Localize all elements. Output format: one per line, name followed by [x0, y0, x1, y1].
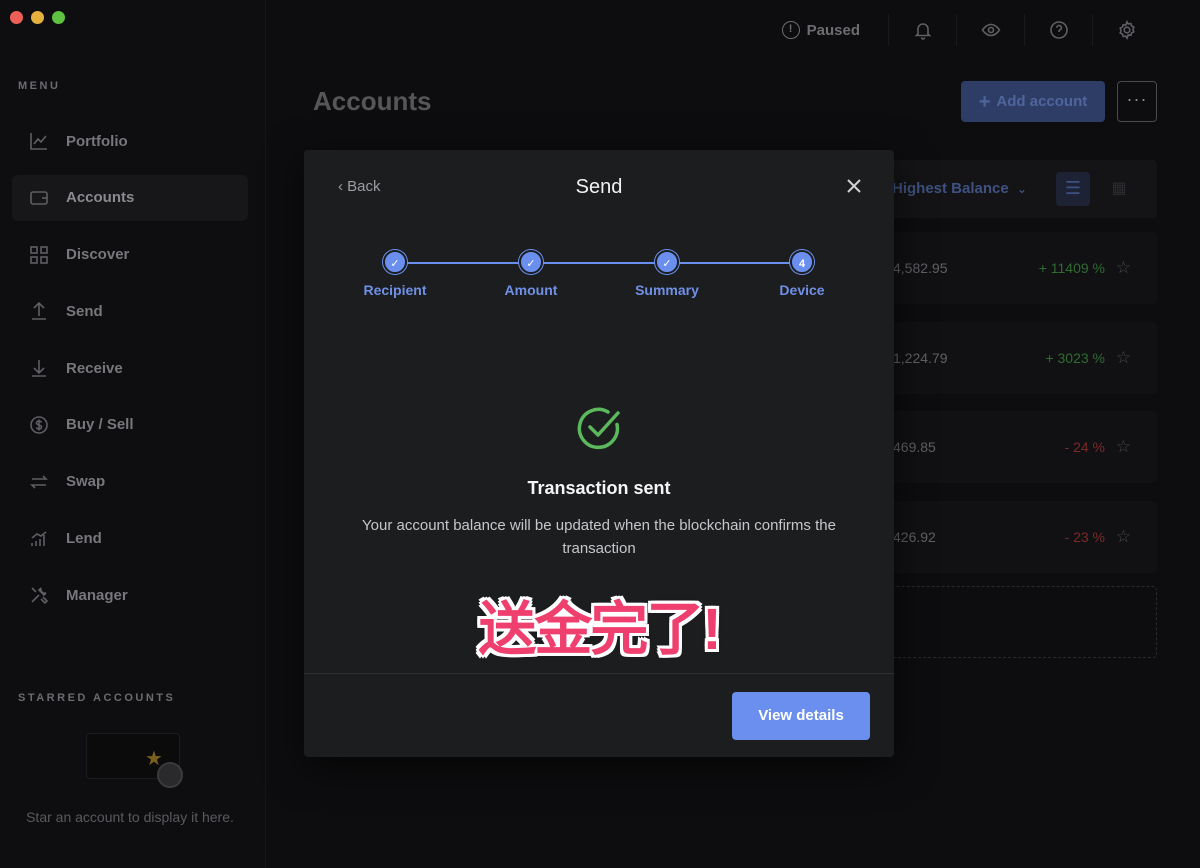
starred-placeholder-card: ★: [86, 733, 183, 788]
sidebar-item-label: Receive: [66, 359, 123, 377]
close-icon: [847, 179, 861, 193]
view-details-button[interactable]: View details: [732, 692, 870, 740]
sidebar-item-receive[interactable]: Receive: [12, 345, 248, 391]
plus-icon: +: [978, 90, 991, 113]
account-balance: 1,224.79: [893, 350, 948, 366]
check-circle-icon: [577, 407, 620, 450]
help-icon: [1049, 21, 1068, 39]
success-message: Your account balance will be updated whe…: [362, 517, 836, 557]
starred-accounts-label: STARRED ACCOUNTS: [18, 692, 176, 704]
starred-hint: Star an account to display it here.: [26, 809, 234, 825]
step-number: 4: [790, 250, 814, 274]
sidebar-item-label: Discover: [66, 246, 130, 264]
wallet-icon: [28, 187, 50, 209]
modal-divider: [304, 673, 894, 674]
swap-arrows-icon: [28, 471, 50, 493]
step-recipient: ✓ Recipient: [335, 250, 455, 298]
sidebar-item-send[interactable]: Send: [12, 288, 248, 334]
sidebar: MENU Portfolio Accounts Discover Send Re…: [0, 0, 266, 868]
menu-label: MENU: [18, 80, 61, 92]
star-outline-icon[interactable]: ☆: [1116, 232, 1131, 304]
toggle-visibility-button[interactable]: [956, 14, 1024, 46]
star-outline-icon[interactable]: ☆: [1116, 411, 1131, 483]
tools-icon: [28, 584, 50, 606]
sidebar-item-label: Manager: [66, 586, 128, 604]
modal-title: Send: [575, 176, 623, 198]
sidebar-item-label: Swap: [66, 473, 106, 491]
grid-icon: [28, 244, 50, 266]
list-view-toggle[interactable]: ☰: [1056, 172, 1090, 206]
star-outline-icon[interactable]: ☆: [1116, 322, 1131, 394]
maximize-window-button[interactable]: [52, 11, 65, 24]
eye-icon: [981, 23, 1000, 37]
minimize-window-button[interactable]: [31, 11, 44, 24]
star-outline-icon[interactable]: ☆: [1116, 501, 1131, 573]
send-modal: ‹ Back Send ✓ Recipient ✓ Amount ✓ Summa…: [304, 150, 894, 757]
alert-circle-icon: !: [781, 21, 800, 39]
step-check-icon: ✓: [655, 250, 679, 274]
notifications-button[interactable]: [888, 14, 956, 46]
list-icon: ☰: [1064, 178, 1082, 198]
step-label: Summary: [635, 282, 699, 298]
paused-label: Paused: [806, 21, 860, 39]
chevron-down-icon: ⌄: [1016, 182, 1027, 196]
step-check-icon: ✓: [383, 250, 407, 274]
grid-view-toggle[interactable]: ▦: [1102, 172, 1136, 206]
account-change: - 23 %: [1064, 529, 1105, 545]
sidebar-nav: Portfolio Accounts Discover Send Receive…: [12, 118, 248, 629]
settings-button[interactable]: [1092, 14, 1160, 46]
sidebar-item-label: Portfolio: [66, 132, 128, 150]
grid-view-icon: ▦: [1111, 180, 1127, 197]
sidebar-item-label: Send: [66, 302, 103, 320]
step-label: Device: [779, 282, 825, 298]
help-button[interactable]: [1024, 14, 1092, 46]
bell-icon: [914, 23, 931, 40]
account-balance: 426.92: [893, 529, 936, 545]
add-account-button[interactable]: + Add account: [961, 81, 1105, 122]
sidebar-item-lend[interactable]: Lend: [12, 516, 248, 562]
sidebar-item-manager[interactable]: Manager: [12, 572, 248, 618]
cursor-hand-icon: [157, 762, 183, 788]
gear-icon: [1118, 20, 1135, 40]
sort-label: Highest Balance: [892, 180, 1009, 197]
arrow-down-icon: [28, 357, 50, 379]
step-summary: ✓ Summary: [607, 250, 727, 298]
account-change: - 24 %: [1064, 439, 1105, 455]
account-balance: 469.85: [893, 439, 936, 455]
window-controls: [10, 11, 65, 24]
overlay-caption: 送金完了!: [478, 597, 721, 662]
chart-line-icon: [28, 130, 50, 152]
step-check-icon: ✓: [519, 250, 543, 274]
close-modal-button[interactable]: [844, 176, 864, 196]
account-balance: 4,582.95: [893, 260, 948, 276]
arrow-up-icon: [28, 300, 50, 322]
sidebar-item-label: Lend: [66, 530, 102, 548]
more-options-button[interactable]: ···: [1117, 81, 1157, 122]
top-bar: ! Paused: [781, 14, 1160, 46]
step-label: Amount: [504, 282, 558, 298]
stepper: ✓ Recipient ✓ Amount ✓ Summary 4 Device: [304, 250, 894, 310]
sidebar-item-discover[interactable]: Discover: [12, 232, 248, 278]
add-account-label: Add account: [996, 93, 1088, 110]
paused-indicator[interactable]: ! Paused: [781, 21, 888, 39]
step-label: Recipient: [363, 282, 427, 298]
sidebar-item-accounts[interactable]: Accounts: [12, 174, 248, 221]
sidebar-item-label: Accounts: [66, 189, 135, 207]
account-change: + 3023 %: [1045, 350, 1105, 366]
success-heading: Transaction sent: [527, 478, 671, 498]
app-window: MENU Portfolio Accounts Discover Send Re…: [0, 0, 1200, 868]
sidebar-item-label: Buy / Sell: [66, 416, 134, 434]
sidebar-item-buy-sell[interactable]: Buy / Sell: [12, 402, 248, 448]
step-amount: ✓ Amount: [471, 250, 591, 298]
sidebar-item-swap[interactable]: Swap: [12, 459, 248, 505]
close-window-button[interactable]: [10, 11, 23, 24]
sidebar-item-portfolio[interactable]: Portfolio: [12, 118, 248, 164]
account-change: + 11409 %: [1038, 260, 1105, 276]
sort-dropdown[interactable]: Highest Balance ⌄: [892, 180, 1027, 197]
bar-chart-icon: [28, 528, 50, 550]
page-title: Accounts: [313, 86, 432, 116]
step-device: 4 Device: [742, 250, 862, 298]
dollar-circle-icon: [28, 414, 50, 436]
